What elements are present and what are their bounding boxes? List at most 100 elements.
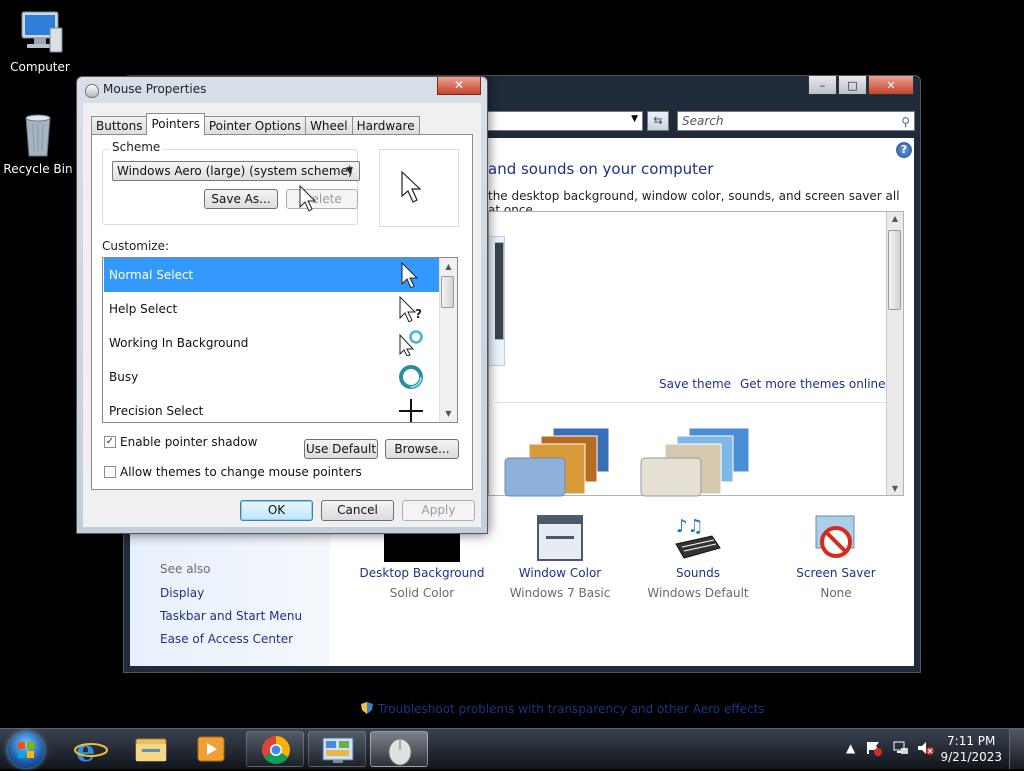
show-desktop-button[interactable] — [1009, 729, 1024, 769]
window-color-item[interactable]: Window Color Windows 7 Basic — [490, 514, 630, 600]
busy-pointer-icon — [399, 365, 423, 389]
taskbar: e ▲ 7:11 PM 9/21/2023 — [0, 728, 1024, 769]
arrow-pointer-icon — [401, 262, 419, 288]
desktop-icon-label: Recycle Bin — [3, 162, 73, 176]
chevron-down-icon: ▼ — [346, 166, 353, 176]
svg-text:e: e — [76, 734, 95, 767]
cursor-list[interactable]: Normal Select Help Select ? Working In B… — [102, 257, 458, 423]
action-center-icon[interactable] — [866, 740, 882, 759]
dialog-content: Buttons Pointers Pointer Options Wheel H… — [83, 103, 481, 527]
tab-pointer-options[interactable]: Pointer Options — [203, 116, 307, 135]
desktop-icon-recycle-bin[interactable]: Recycle Bin — [0, 112, 76, 176]
tab-wheel[interactable]: Wheel — [305, 116, 353, 135]
save-theme-link[interactable]: Save theme — [659, 377, 731, 391]
use-default-button[interactable]: Use Default — [304, 439, 378, 459]
refresh-icon[interactable]: ⇆ — [647, 111, 669, 131]
page-heading: and sounds on your computer — [488, 160, 714, 178]
media-player-icon — [197, 736, 225, 762]
themes-scrollbar[interactable]: ▲ ▼ — [886, 212, 903, 495]
tab-hardware[interactable]: Hardware — [351, 116, 420, 135]
sounds-item[interactable]: ♪♫ Sounds Windows Default — [628, 514, 768, 600]
maximize-button[interactable]: □ — [838, 76, 867, 95]
themes-list: Save theme Get more themes online ▲ ▼ — [488, 211, 904, 497]
screen-saver-item[interactable]: Screen Saver None — [766, 514, 906, 600]
shield-icon — [360, 701, 374, 715]
taskbar-control-panel[interactable] — [308, 731, 366, 767]
cursor-name: Working In Background — [109, 336, 249, 350]
save-as-button[interactable]: Save As... — [204, 189, 278, 209]
close-button[interactable]: ✕ — [868, 76, 914, 95]
desktop-icon-computer[interactable]: Computer — [2, 10, 78, 74]
screen-saver-icon — [812, 514, 860, 562]
scroll-down-icon[interactable]: ▼ — [440, 405, 457, 422]
computer-icon — [16, 10, 64, 56]
list-item[interactable]: Working In Background — [104, 326, 440, 360]
cursor-name: Precision Select — [109, 404, 204, 418]
get-more-themes-link[interactable]: Get more themes online — [740, 377, 886, 391]
link-taskbar-start-menu[interactable]: Taskbar and Start Menu — [160, 609, 302, 623]
desktop-icon-label: Computer — [10, 60, 70, 74]
apply-button[interactable]: Apply — [402, 500, 475, 521]
folder-icon — [135, 738, 167, 762]
scheme-value: Windows Aero (large) (system scheme) — [117, 164, 353, 178]
taskbar-internet-explorer[interactable]: e — [62, 731, 120, 769]
theme-thumbnail-nature[interactable] — [639, 422, 759, 497]
taskbar-mouse-properties[interactable] — [370, 731, 428, 767]
tab-buttons[interactable]: Buttons — [91, 116, 148, 135]
scheme-select[interactable]: Windows Aero (large) (system scheme) ▼ — [112, 161, 360, 181]
list-item[interactable]: Busy — [104, 360, 440, 394]
recycle-bin-icon — [14, 112, 62, 158]
screen-saver-label: Screen Saver — [796, 566, 876, 580]
show-hidden-icons[interactable]: ▲ — [846, 741, 855, 755]
cursor-name: Normal Select — [109, 268, 194, 282]
address-bar[interactable]: ▼ — [487, 111, 643, 131]
scroll-up-icon[interactable]: ▲ — [440, 258, 457, 275]
scroll-down-icon[interactable]: ▼ — [887, 484, 903, 493]
window-controls: – □ ✕ — [808, 76, 914, 95]
scroll-up-icon[interactable]: ▲ — [887, 214, 903, 223]
start-button[interactable] — [8, 732, 44, 768]
volume-muted-icon[interactable] — [916, 740, 934, 759]
troubleshoot-link[interactable]: Troubleshoot problems with transparency … — [360, 701, 765, 716]
tab-pointers[interactable]: Pointers — [146, 113, 205, 135]
search-input[interactable]: Search ⚲ — [677, 111, 915, 131]
theme-thumbnail-architecture[interactable] — [503, 422, 623, 497]
help-icon[interactable]: ? — [896, 142, 912, 158]
pointers-tab-panel: Scheme Windows Aero (large) (system sche… — [91, 134, 473, 490]
cursor-list-scrollbar[interactable]: ▲ ▼ — [439, 258, 457, 422]
taskbar-chrome[interactable] — [246, 731, 304, 767]
chevron-down-icon[interactable]: ▼ — [631, 114, 638, 124]
search-placeholder: Search — [682, 114, 724, 128]
scroll-thumb[interactable] — [441, 276, 454, 308]
precision-pointer-icon — [399, 399, 423, 422]
taskbar-explorer[interactable] — [122, 731, 180, 767]
cancel-button[interactable]: Cancel — [321, 500, 394, 521]
network-icon[interactable] — [892, 740, 908, 759]
sounds-value: Windows Default — [647, 586, 749, 600]
mouse-cursor-icon — [299, 185, 317, 212]
browse-button[interactable]: Browse... — [385, 439, 459, 459]
close-button[interactable]: ✕ — [437, 77, 481, 95]
cursor-name: Busy — [109, 370, 139, 384]
working-pointer-icon — [399, 330, 423, 356]
minimize-button[interactable]: – — [808, 76, 837, 95]
list-item[interactable]: Precision Select — [104, 394, 440, 422]
scroll-thumb[interactable] — [888, 230, 901, 310]
search-icon[interactable]: ⚲ — [901, 113, 910, 131]
taskbar-media-player[interactable] — [182, 731, 240, 767]
ok-button[interactable]: OK — [240, 500, 313, 521]
chrome-icon — [262, 736, 290, 764]
link-display[interactable]: Display — [160, 586, 204, 600]
mouse-icon — [85, 84, 99, 98]
delete-button[interactable]: Delete — [286, 189, 358, 209]
divider — [495, 402, 887, 403]
list-item[interactable]: Normal Select — [104, 258, 440, 292]
address-row: ▼ ⇆ Search ⚲ — [487, 109, 917, 135]
link-ease-of-access[interactable]: Ease of Access Center — [160, 632, 293, 646]
allow-themes-checkbox[interactable] — [104, 466, 116, 478]
see-also-label: See also — [160, 562, 211, 576]
system-clock[interactable]: 7:11 PM 9/21/2023 — [940, 733, 1002, 765]
enable-shadow-checkbox[interactable]: ✓ — [104, 436, 116, 448]
desktop-background-value: Solid Color — [389, 586, 455, 600]
list-item[interactable]: Help Select ? — [104, 292, 440, 326]
